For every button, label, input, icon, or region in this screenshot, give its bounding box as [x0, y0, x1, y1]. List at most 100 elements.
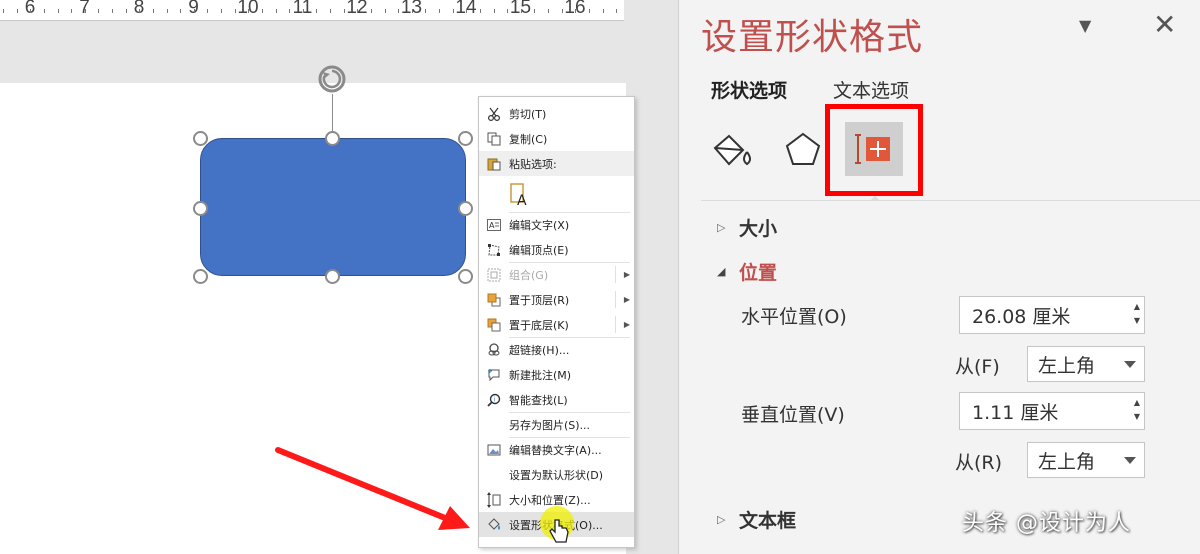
ruler-tick: [507, 9, 509, 13]
submenu-arrow-icon[interactable]: ▶: [620, 320, 634, 329]
ruler-tick: [439, 9, 440, 13]
menu-item-label: 另存为图片(S)...: [509, 418, 591, 432]
menu-item-save-as-picture[interactable]: 另存为图片(S)...: [479, 412, 634, 437]
submenu-divider: [615, 266, 616, 283]
menu-item-edit-text[interactable]: A 编辑文字(X): [479, 212, 634, 237]
ruler-tick: [384, 9, 386, 13]
menu-item-label: 剪切(T): [509, 107, 547, 121]
horizontal-position-spinner[interactable]: 26.08 厘米 ▲ ▼: [959, 296, 1145, 334]
ruler-tick: [71, 9, 73, 13]
section-size-label: 大小: [739, 218, 778, 240]
bring-front-icon: [479, 293, 509, 307]
expand-triangle-icon: ▷: [717, 513, 726, 526]
resize-handle-bottom-left[interactable]: [193, 269, 208, 284]
ruler-tick: [98, 9, 100, 13]
tab-pointer: [870, 196, 880, 201]
close-icon[interactable]: ✕: [1153, 8, 1176, 41]
rounded-rectangle-shape[interactable]: [200, 138, 466, 276]
tab-shape-options[interactable]: 形状选项: [711, 76, 787, 103]
ruler-tick: [180, 9, 182, 13]
tab-text-options[interactable]: 文本选项: [833, 76, 909, 103]
ruler-tick: [575, 9, 577, 13]
ruler-tick: [493, 9, 495, 13]
scissors-icon: [479, 107, 509, 121]
paste-option-keep-text[interactable]: A: [479, 176, 634, 212]
ruler-tick: [125, 9, 127, 13]
menu-item-edit-points[interactable]: 编辑顶点(E): [479, 237, 634, 262]
resize-handle-bottom[interactable]: [325, 269, 340, 284]
ruler-tick: [548, 9, 549, 13]
paste-keep-text-icon: A: [509, 181, 531, 207]
chevron-down-icon: [1124, 457, 1136, 464]
rotation-line: [332, 94, 333, 134]
resize-handle-right[interactable]: [458, 201, 473, 216]
svg-text:A: A: [517, 193, 527, 207]
collapse-triangle-icon: ◢: [717, 265, 726, 278]
menu-item-edit-alt-text[interactable]: 编辑替换文字(A)...: [479, 437, 634, 462]
rotate-handle-icon[interactable]: [315, 62, 349, 96]
horizontal-position-value: 26.08 厘米: [972, 305, 1071, 328]
format-shape-pane: 设置形状格式 ▼ ✕ 形状选项 文本选项 ▷ 大小 ◢ 位置 水平位置(O) 2…: [678, 0, 1200, 554]
menu-item-copy[interactable]: 复制(C): [479, 126, 634, 151]
ruler-tick: [16, 9, 18, 13]
menu-item-group[interactable]: 组合(G) ▶: [479, 262, 634, 287]
ruler-tick: [43, 9, 45, 13]
ruler-tick: [479, 9, 481, 13]
ruler-tick: [343, 9, 345, 13]
ruler-tick: [561, 9, 563, 13]
menu-item-bring-to-front[interactable]: 置于顶层(R) ▶: [479, 287, 634, 312]
smart-lookup-icon: i: [479, 393, 509, 407]
section-size[interactable]: ▷ 大小: [717, 214, 777, 241]
menu-item-cut[interactable]: 剪切(T): [479, 101, 634, 126]
menu-item-new-comment[interactable]: 新建批注(M): [479, 362, 634, 387]
resize-handle-top[interactable]: [325, 131, 340, 146]
ruler-tick: [112, 9, 113, 13]
vertical-from-dropdown[interactable]: 左上角: [1027, 442, 1145, 478]
ruler-tick: [248, 9, 250, 13]
ruler-tick: [193, 9, 195, 13]
ruler-tick: [166, 9, 168, 13]
hyperlink-icon: [479, 342, 509, 357]
submenu-divider: [615, 316, 616, 333]
menu-item-label: 置于顶层(R): [509, 293, 570, 307]
edit-points-icon: [479, 243, 509, 257]
fill-line-icon[interactable]: [709, 132, 753, 172]
horizontal-from-dropdown[interactable]: 左上角: [1027, 346, 1145, 382]
ruler-tick: [261, 9, 263, 13]
menu-item-label: 新建批注(M): [509, 368, 572, 382]
resize-handle-left[interactable]: [193, 201, 208, 216]
ruler-tick: [616, 9, 618, 13]
expand-triangle-icon: ▷: [717, 221, 726, 234]
ruler-tick: [275, 9, 277, 13]
section-position[interactable]: ◢ 位置: [717, 258, 777, 285]
submenu-arrow-icon[interactable]: ▶: [620, 295, 634, 304]
ruler-tick: [411, 9, 413, 13]
effects-pentagon-icon[interactable]: [783, 130, 823, 170]
spinner-arrows-icon[interactable]: ▲ ▼: [1134, 300, 1140, 328]
svg-text:i: i: [494, 396, 496, 403]
ruler-tick: [221, 9, 222, 13]
menu-item-label: 编辑顶点(E): [509, 243, 569, 257]
menu-item-label: 粘贴选项:: [509, 157, 557, 171]
vertical-position-value: 1.11 厘米: [972, 401, 1059, 424]
menu-item-hyperlink[interactable]: 超链接(H)...: [479, 337, 634, 362]
horizontal-ruler: 678910111213141516: [0, 0, 624, 21]
menu-item-label: 超链接(H)...: [509, 343, 570, 357]
menu-item-set-default-shape[interactable]: 设置为默认形状(D): [479, 462, 634, 487]
horizontal-from-label: 从(F): [955, 356, 1000, 378]
vertical-position-label: 垂直位置(V): [741, 404, 845, 426]
resize-handle-bottom-right[interactable]: [458, 269, 473, 284]
menu-item-smart-lookup[interactable]: i 智能查找(L): [479, 387, 634, 412]
menu-item-label: 编辑文字(X): [509, 218, 570, 232]
send-back-icon: [479, 318, 509, 332]
submenu-divider: [615, 291, 616, 308]
pane-divider: [701, 200, 1200, 201]
pane-options-dropdown-icon[interactable]: ▼: [1079, 16, 1091, 35]
resize-handle-top-right[interactable]: [458, 131, 473, 146]
spinner-arrows-icon[interactable]: ▲ ▼: [1134, 396, 1140, 424]
resize-handle-top-left[interactable]: [193, 131, 208, 146]
menu-item-send-to-back[interactable]: 置于底层(K) ▶: [479, 312, 634, 337]
vertical-position-spinner[interactable]: 1.11 厘米 ▲ ▼: [959, 392, 1145, 430]
ruler-tick: [302, 9, 304, 13]
section-textbox[interactable]: ▷ 文本框: [717, 506, 796, 533]
